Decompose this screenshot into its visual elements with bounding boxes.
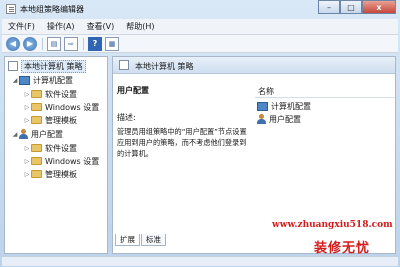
tab-standard[interactable]: 标准 (141, 234, 166, 246)
tree-node-user[interactable]: ◢ 用户配置 (11, 128, 63, 140)
help-icon[interactable]: ? (88, 36, 102, 51)
tree-label-root: 本地计算机 策略 (21, 59, 86, 73)
status-bar (2, 256, 398, 266)
tree-label: Windows 设置 (45, 156, 100, 166)
section-title: 用户配置 (117, 86, 149, 95)
tree-label: 软件设置 (45, 89, 77, 99)
expand-arrow-icon[interactable]: ▷ (23, 117, 31, 124)
tree-node-computer[interactable]: ◢ 计算机配置 (11, 74, 73, 86)
toolbar-separator (42, 37, 43, 50)
user-icon (19, 129, 28, 139)
tree-label: Windows 设置 (45, 102, 100, 112)
item-list: 名称 计算机配置 用户配置 (255, 85, 395, 235)
computer-icon (19, 75, 30, 85)
folder-icon (31, 90, 42, 98)
description-text: 管理员用组策略中的“用户配置”节点设置应用到用户的策略，而不考虑他们登录到的计算… (117, 127, 247, 158)
list-item-user[interactable]: 用户配置 (257, 113, 301, 125)
show-tree-icon[interactable]: ▤ (47, 36, 61, 51)
policy-icon (119, 60, 129, 70)
tree-label: 软件设置 (45, 143, 77, 153)
title-bar[interactable]: 本地组策略编辑器 – □ x (0, 0, 400, 18)
menu-action[interactable]: 操作(A) (41, 21, 81, 32)
expand-arrow-icon[interactable]: ▷ (23, 104, 31, 111)
toolbar: ◀ ▶ ▤ ⇨ ? ▦ (2, 35, 398, 53)
watermark-brand: 装修无忧 (314, 241, 371, 256)
watermark-url: www.zhuangxiu518.com (272, 220, 393, 230)
back-arrow-icon[interactable]: ◀ (6, 36, 20, 51)
tree-node-root[interactable]: 本地计算机 策略 (8, 59, 86, 73)
menu-view[interactable]: 查看(V) (81, 21, 121, 32)
export-list-icon[interactable]: ⇨ (64, 36, 78, 51)
tree-pane: 本地计算机 策略 ◢ 计算机配置 ▷ 软件设置 ▷ Windows 设置 ▷ 管… (4, 56, 108, 254)
description-label: 描述: (117, 113, 136, 122)
details-header-title: 本地计算机 策略 (135, 62, 194, 71)
tab-extended[interactable]: 扩展 (115, 234, 140, 246)
list-item-label: 计算机配置 (271, 101, 311, 111)
window-controls: – □ x (318, 0, 396, 15)
folder-icon (31, 170, 42, 178)
collapse-arrow-icon[interactable]: ◢ (11, 131, 19, 138)
minimize-button[interactable]: – (318, 0, 340, 14)
policy-icon (8, 61, 18, 71)
close-button[interactable]: x (362, 0, 396, 14)
tree-node-user-software[interactable]: ▷ 软件设置 (23, 142, 77, 154)
tree-node-computer-windows[interactable]: ▷ Windows 设置 (23, 101, 100, 113)
window-title: 本地组策略编辑器 (20, 5, 84, 14)
menu-bar: 文件(F) 操作(A) 查看(V) 帮助(H) (2, 19, 398, 35)
tree-node-computer-templates[interactable]: ▷ 管理模板 (23, 114, 77, 126)
tree-label: 管理模板 (45, 169, 77, 179)
list-item-label: 用户配置 (269, 114, 301, 124)
expand-arrow-icon[interactable]: ▷ (23, 171, 31, 178)
tree-node-user-windows[interactable]: ▷ Windows 设置 (23, 155, 100, 167)
folder-icon (31, 144, 42, 152)
list-item-computer[interactable]: 计算机配置 (257, 100, 311, 112)
tree-label-computer: 计算机配置 (33, 75, 73, 85)
collapse-arrow-icon[interactable]: ◢ (11, 77, 19, 84)
menu-help[interactable]: 帮助(H) (120, 21, 160, 32)
expand-arrow-icon[interactable]: ▷ (23, 158, 31, 165)
details-header: 本地计算机 策略 (113, 57, 395, 74)
description-area: 用户配置 描述: 管理员用组策略中的“用户配置”节点设置应用到用户的策略，而不考… (117, 85, 253, 159)
tree-node-computer-software[interactable]: ▷ 软件设置 (23, 88, 77, 100)
maximize-button[interactable]: □ (340, 0, 362, 14)
expand-arrow-icon[interactable]: ▷ (23, 91, 31, 98)
gpedit-window: 本地组策略编辑器 – □ x 文件(F) 操作(A) 查看(V) 帮助(H) ◀… (0, 0, 400, 267)
app-icon (6, 4, 16, 14)
folder-icon (31, 157, 42, 165)
tree-label: 管理模板 (45, 115, 77, 125)
forward-arrow-icon[interactable]: ▶ (23, 36, 37, 51)
column-header-name[interactable]: 名称 (255, 85, 395, 98)
view-tabs: 扩展 标准 (115, 234, 167, 246)
properties-icon[interactable]: ▦ (105, 36, 119, 51)
tree-node-user-templates[interactable]: ▷ 管理模板 (23, 168, 77, 180)
expand-arrow-icon[interactable]: ▷ (23, 145, 31, 152)
folder-icon (31, 116, 42, 124)
computer-icon (257, 101, 268, 111)
menu-file[interactable]: 文件(F) (2, 21, 41, 32)
folder-icon (31, 103, 42, 111)
user-icon (257, 114, 266, 124)
toolbar-separator (83, 37, 84, 50)
tree-label-user: 用户配置 (31, 129, 63, 139)
